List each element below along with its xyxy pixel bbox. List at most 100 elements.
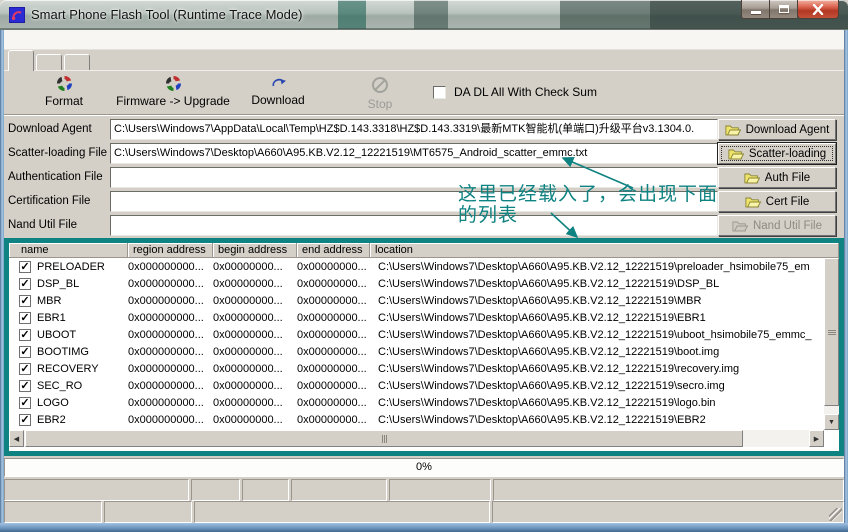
maximize-button[interactable] (769, 0, 797, 19)
location-path: C:\Users\Windows7\Desktop\A660\A95.KB.V2… (370, 414, 824, 426)
field-label: Download Agent (8, 123, 110, 135)
table-row[interactable]: ✓ BOOTIMG 0x000000000... 0x00000000... 0… (9, 343, 824, 360)
row-checkbox[interactable]: ✓ (19, 380, 31, 392)
minimize-icon (751, 11, 761, 14)
resize-grip-icon[interactable] (829, 508, 842, 521)
browse-button-label: Auth File (765, 172, 810, 184)
column-header-end[interactable]: end address (297, 243, 370, 257)
scroll-right-button[interactable]: ▶ (809, 430, 824, 447)
end-address: 0x00000000... (297, 295, 370, 307)
field-label: Authentication File (8, 171, 110, 183)
column-header-region[interactable]: region address (128, 243, 213, 257)
download-button[interactable]: Download (238, 76, 318, 107)
close-button[interactable] (797, 0, 839, 19)
location-path: C:\Users\Windows7\Desktop\A660\A95.KB.V2… (370, 278, 824, 290)
menu-item[interactable] (32, 38, 52, 42)
progress-percent: 0% (416, 461, 432, 473)
caption-buttons (741, 0, 839, 19)
table-row[interactable]: ✓ DSP_BL 0x000000000... 0x00000000... 0x… (9, 275, 824, 292)
table-row[interactable]: ✓ RECOVERY 0x000000000... 0x00000000... … (9, 360, 824, 377)
browse-button[interactable]: Scatter-loading (718, 143, 836, 164)
stop-label: Stop (368, 97, 393, 111)
field-path-input[interactable]: C:\Users\Windows7\AppData\Local\Temp\HZ$… (110, 119, 718, 140)
status-cell (191, 479, 240, 501)
browse-button[interactable]: Auth File (718, 167, 836, 188)
side-buttons: Download Agent Scatter-loading Auth File (718, 116, 840, 238)
end-address: 0x00000000... (297, 397, 370, 409)
format-button[interactable]: Format (24, 76, 104, 108)
begin-address: 0x00000000... (213, 312, 297, 324)
browse-button-label: Cert File (766, 196, 809, 208)
region-address: 0x000000000... (128, 278, 213, 290)
status-cell (291, 479, 387, 501)
column-header-begin[interactable]: begin address (213, 243, 297, 257)
annotation-text: 这里已经载入了，会出现下面的列表 (458, 184, 720, 226)
end-address: 0x00000000... (297, 363, 370, 375)
menu-item[interactable] (92, 38, 112, 42)
row-checkbox[interactable]: ✓ (19, 329, 31, 341)
row-checkbox[interactable]: ✓ (19, 295, 31, 307)
browse-button[interactable]: Download Agent (718, 119, 836, 140)
row-checkbox[interactable]: ✓ (19, 363, 31, 375)
da-dl-checksum-checkbox[interactable] (433, 86, 446, 99)
table-row[interactable]: ✓ SEC_RO 0x000000000... 0x00000000... 0x… (9, 377, 824, 394)
partition-name: SEC_RO (37, 380, 82, 392)
table-row[interactable]: ✓ EBR1 0x000000000... 0x00000000... 0x00… (9, 309, 824, 326)
vertical-scrollbar[interactable]: ▼ (824, 258, 839, 430)
menu-item[interactable] (12, 38, 32, 42)
status-cell (492, 501, 844, 523)
window-border-right (844, 30, 848, 532)
row-checkbox[interactable]: ✓ (19, 397, 31, 409)
status-cell (242, 479, 289, 501)
horizontal-scrollbar-thumb[interactable] (25, 430, 743, 447)
field-path-input[interactable]: C:\Users\Windows7\Desktop\A660\A95.KB.V2… (110, 143, 718, 164)
minimize-button[interactable] (741, 0, 769, 19)
partition-name: EBR1 (37, 312, 66, 324)
menu-item[interactable] (72, 38, 92, 42)
partition-name: BOOTIMG (37, 346, 89, 358)
status-bar (4, 479, 844, 501)
scroll-left-button[interactable]: ◀ (9, 430, 24, 447)
menu-item[interactable] (52, 38, 72, 42)
region-address: 0x000000000... (128, 312, 213, 324)
table-row[interactable]: ✓ PRELOADER 0x000000000... 0x00000000...… (9, 258, 824, 275)
region-address: 0x000000000... (128, 397, 213, 409)
tab[interactable] (64, 54, 90, 71)
begin-address: 0x00000000... (213, 295, 297, 307)
folder-icon (744, 172, 760, 184)
close-icon (812, 4, 824, 15)
scroll-down-button[interactable]: ▼ (824, 414, 839, 430)
browse-button[interactable]: Nand Util File (718, 215, 836, 236)
row-checkbox[interactable]: ✓ (19, 346, 31, 358)
table-row[interactable]: ✓ UBOOT 0x000000000... 0x00000000... 0x0… (9, 326, 824, 343)
row-checkbox[interactable]: ✓ (19, 261, 31, 273)
tab-page-edge (4, 70, 844, 71)
table-row[interactable]: ✓ EBR2 0x000000000... 0x00000000... 0x00… (9, 411, 824, 428)
title-bar[interactable]: Smart Phone Flash Tool (Runtime Trace Mo… (0, 0, 848, 30)
begin-address: 0x00000000... (213, 329, 297, 341)
table-row[interactable]: ✓ LOGO 0x000000000... 0x00000000... 0x00… (9, 394, 824, 411)
tab[interactable] (8, 50, 34, 71)
vertical-scrollbar-thumb[interactable] (824, 258, 839, 406)
window-border-bottom (0, 523, 848, 532)
end-address: 0x00000000... (297, 329, 370, 341)
column-header-location[interactable]: location (370, 243, 839, 257)
tab[interactable] (36, 54, 62, 71)
location-path: C:\Users\Windows7\Desktop\A660\A95.KB.V2… (370, 261, 824, 273)
format-pinwheel-icon (57, 76, 72, 91)
browse-button-label: Download Agent (746, 124, 830, 136)
row-checkbox[interactable]: ✓ (19, 278, 31, 290)
stop-slash-icon (371, 76, 389, 94)
begin-address: 0x00000000... (213, 363, 297, 375)
firmware-upgrade-button[interactable]: Firmware -> Upgrade (108, 76, 238, 108)
row-checkbox[interactable]: ✓ (19, 312, 31, 324)
horizontal-scrollbar[interactable]: ◀ ▶ (9, 430, 824, 447)
table-row[interactable]: ✓ MBR 0x000000000... 0x00000000... 0x000… (9, 292, 824, 309)
row-checkbox[interactable]: ✓ (19, 414, 31, 426)
status-cell (389, 479, 491, 501)
region-address: 0x000000000... (128, 261, 213, 273)
download-curved-arrow-icon (270, 76, 287, 90)
partition-name: RECOVERY (37, 363, 99, 375)
column-header-name[interactable]: name (9, 243, 128, 257)
browse-button[interactable]: Cert File (718, 191, 836, 212)
